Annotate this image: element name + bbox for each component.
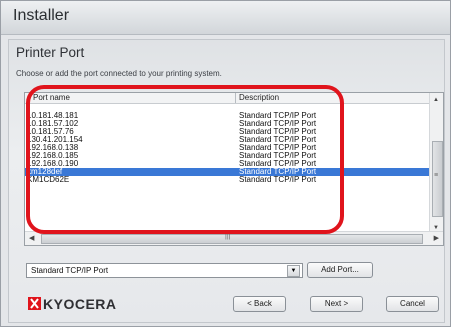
- horizontal-scrollbar[interactable]: ◀ ||| ▶: [25, 231, 443, 245]
- arrow-up-icon[interactable]: ▲: [433, 97, 439, 103]
- arrow-left-icon[interactable]: ◀: [29, 234, 34, 242]
- port-description: Standard TCP/IP Port: [239, 175, 317, 184]
- column-header-port-name[interactable]: Port name: [33, 93, 70, 103]
- list-item[interactable]: 10.181.57.102 Standard TCP/IP Port: [25, 120, 429, 128]
- kyocera-mark-icon: [28, 297, 41, 310]
- list-item[interactable]: 192.168.0.138 Standard TCP/IP Port: [25, 144, 429, 152]
- list-item[interactable]: 192.168.0.185 Standard TCP/IP Port: [25, 152, 429, 160]
- list-header: Port name Description: [25, 93, 429, 104]
- page-heading: Printer Port: [16, 45, 85, 60]
- title-bar: Installer: [1, 1, 450, 35]
- list-item[interactable]: 10.181.57.76 Standard TCP/IP Port: [25, 128, 429, 136]
- add-port-button[interactable]: Add Port...: [307, 262, 373, 278]
- list-item[interactable]: 10.181.48.181 Standard TCP/IP Port: [25, 112, 429, 120]
- list-item[interactable]: 192.168.0.190 Standard TCP/IP Port: [25, 160, 429, 168]
- cancel-button[interactable]: Cancel: [386, 296, 439, 312]
- grip-icon: |||: [225, 233, 231, 240]
- list-item[interactable]: KM1CD62E Standard TCP/IP Port: [25, 176, 429, 184]
- vertical-scroll-thumb[interactable]: [432, 141, 443, 217]
- back-button[interactable]: < Back: [233, 296, 286, 312]
- page-subtitle: Choose or add the port connected to your…: [16, 69, 222, 78]
- column-separator[interactable]: [235, 93, 236, 103]
- list-item-selected[interactable]: km128def Standard TCP/IP Port: [25, 168, 429, 176]
- port-name: KM1CD62E: [27, 175, 70, 184]
- vertical-scrollbar[interactable]: ▲ ≡ ▼: [429, 93, 443, 245]
- window-title: Installer: [13, 7, 70, 24]
- brand-name: KYOCERA: [43, 296, 117, 312]
- port-list[interactable]: Port name Description 10.181.48.181 Stan…: [24, 92, 444, 246]
- column-header-description[interactable]: Description: [239, 93, 279, 103]
- arrow-right-icon[interactable]: ▶: [434, 234, 439, 242]
- grip-icon: ≡: [434, 172, 439, 179]
- horizontal-scroll-thumb[interactable]: [41, 234, 423, 244]
- port-type-value: Standard TCP/IP Port: [31, 266, 109, 275]
- chevron-down-icon[interactable]: ▼: [287, 265, 300, 277]
- port-type-select[interactable]: Standard TCP/IP Port ▼: [26, 263, 303, 278]
- next-button[interactable]: Next >: [310, 296, 363, 312]
- list-item[interactable]: 130.41.201.154 Standard TCP/IP Port: [25, 136, 429, 144]
